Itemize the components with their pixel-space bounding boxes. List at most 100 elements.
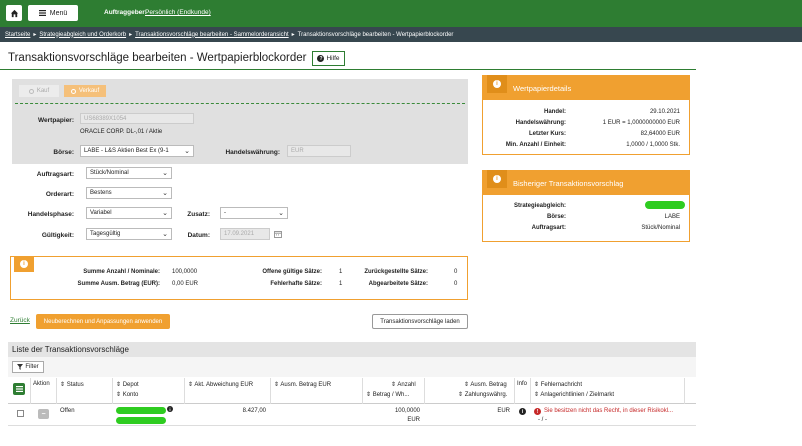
list-toolbar <box>8 357 696 377</box>
col-status-label: Status <box>66 382 84 388</box>
orderart-value: Bestens <box>90 190 112 196</box>
col-anlagerichtlinien[interactable]: ⇕ Anlagerichtlinien / Zielmarkt <box>534 391 614 398</box>
list-header: Liste der Transaktionsvorschläge <box>8 342 696 357</box>
tab-kauf[interactable]: Kauf <box>19 85 59 97</box>
offene-label: Offene gültige Sätze: <box>262 269 322 275</box>
wpd-kurs-value: 82,64000 EUR <box>640 131 680 137</box>
col-anzahl[interactable]: ⇕ Anzahl <box>391 381 416 388</box>
home-icon <box>10 9 18 17</box>
help-button[interactable]: ? Hilfe <box>312 51 345 66</box>
menu-button[interactable]: Menü <box>28 5 78 21</box>
bisheriger-boerse-label: Börse: <box>546 214 566 220</box>
row-depot-masked <box>116 407 166 414</box>
filter-icon <box>17 364 24 370</box>
col-depot-label: Depot <box>122 382 139 388</box>
col-ausm-betrag[interactable]: ⇕ Ausm. Betrag EUR <box>274 381 331 388</box>
chevron-down-icon: ⌄ <box>162 190 168 197</box>
gueltigkeit-label: Gültigkeit: <box>41 232 74 239</box>
breadcrumb-strategieabgleich[interactable]: Strategieabgleich und Orderkorb <box>39 32 126 38</box>
bisheriger-header: Bisheriger Transaktionsvorschlag <box>483 171 689 195</box>
radio-icon <box>70 88 76 94</box>
col-zahlungswaehrung-label: Zahlungswährg. <box>464 392 508 398</box>
col-info: Info <box>517 381 528 387</box>
chevron-down-icon: ⌄ <box>162 210 168 217</box>
neuberechnen-button[interactable]: Neuberechnen und Anpassungen anwenden <box>36 314 170 329</box>
chevron-right-icon: ▸ <box>291 32 295 38</box>
auftraggeber-label: Auftraggeber: <box>104 9 147 16</box>
col-status[interactable]: ⇕ Status <box>60 381 84 388</box>
filter-label: Filter <box>25 364 39 370</box>
col-fehlernachricht-label: Fehlernachricht <box>540 382 583 388</box>
row-checkbox[interactable] <box>17 410 24 417</box>
breadcrumb: Startseite ▸ Strategieabgleich und Order… <box>0 27 802 42</box>
row-fehlernachricht: Sie besitzen nicht das Recht, in dieser … <box>544 408 674 414</box>
filter-button[interactable]: Filter <box>12 361 44 373</box>
fehlerhafte-value: 1 <box>339 281 343 287</box>
auftraggeber-link[interactable]: Persönlich (Endkunde) <box>145 9 211 16</box>
info-icon[interactable]: i <box>167 406 173 412</box>
wertpapierdetails-info-tab: i <box>487 75 507 93</box>
zusatz-label: Zusatz: <box>187 211 210 218</box>
wertpapier-field: US68389X1054 <box>80 113 194 124</box>
gueltigkeit-value: Tagesgültig <box>90 231 121 237</box>
datum-label: Datum: <box>187 232 210 239</box>
home-button[interactable] <box>6 5 22 21</box>
handelswaehrung-field: EUR <box>287 145 351 157</box>
col-ausm-betrag2[interactable]: ⇕ Ausm. Betrag <box>464 381 507 388</box>
abgearbeitet-value: 0 <box>454 281 458 287</box>
col-anlagerichtlinien-label: Anlagerichtlinien / Zielmarkt <box>540 392 615 398</box>
wertpapier-label: Wertpapier: <box>38 117 74 124</box>
column-menu-button[interactable] <box>13 383 25 395</box>
zurueck-saetze-label: Zurückgestellte Sätze: <box>364 269 428 275</box>
info-icon: i <box>20 260 28 268</box>
boerse-select[interactable]: LABE - L&S Aktien Best Ex (9-1 ⌄ <box>80 145 194 157</box>
breadcrumb-startseite[interactable]: Startseite <box>5 32 30 38</box>
col-ausm-betrag-label: Ausm. Betrag EUR <box>280 382 332 388</box>
wertpapierdetails-header: Wertpapierdetails <box>483 76 689 100</box>
abgearbeitet-label: Abgearbeitete Sätze: <box>368 281 428 287</box>
row-anzahl: 100,0000 <box>394 408 420 414</box>
row-zielmarkt: - / - <box>538 417 547 423</box>
fehlerhafte-label: Fehlerhafte Sätze: <box>270 281 322 287</box>
table-header: Aktion ⇕ Status ⇕ Depot ⇕ Konto ⇕ Akt. A… <box>8 378 696 404</box>
orderart-select[interactable]: Bestens ⌄ <box>86 187 172 199</box>
table-row: − Offen i 8.427,00 100,0000 EUR EUR i ! … <box>8 404 696 426</box>
info-icon[interactable]: i <box>519 408 526 415</box>
col-fehlernachricht[interactable]: ⇕ Fehlernachricht <box>534 381 582 388</box>
chevron-down-icon: ⌄ <box>162 231 168 238</box>
gueltigkeit-select[interactable]: Tagesgültig ⌄ <box>86 228 172 240</box>
bisheriger-auftragsart-value: Stück/Nominal <box>641 225 680 231</box>
laden-button[interactable]: Transaktionsvorschläge laden <box>372 314 468 329</box>
dashed-divider <box>15 103 465 104</box>
chevron-down-icon: ⌄ <box>162 170 168 177</box>
row-action-button[interactable]: − <box>38 409 49 419</box>
handelsphase-select[interactable]: Variabel ⌄ <box>86 207 172 219</box>
auftragsart-select[interactable]: Stück/Nominal ⌄ <box>86 167 172 179</box>
boerse-label: Börse: <box>53 149 74 156</box>
summary-info-tab: i <box>14 256 34 272</box>
hamburger-icon <box>38 10 46 16</box>
tab-verkauf[interactable]: Verkauf <box>64 85 106 97</box>
wpd-kurs-label: Letzter Kurs: <box>528 131 566 137</box>
col-betrag-wh[interactable]: ⇕ Betrag / Wh... <box>366 391 409 398</box>
list-title: Liste der Transaktionsvorschläge <box>12 345 129 354</box>
summe-anzahl-value: 100,0000 <box>172 269 198 275</box>
zusatz-select[interactable]: - ⌄ <box>220 207 288 219</box>
col-konto[interactable]: ⇕ Konto <box>116 391 138 398</box>
zurueck-link[interactable]: Zurück <box>10 317 30 324</box>
col-aktion: Aktion <box>33 381 50 387</box>
col-zahlungswaehrung[interactable]: ⇕ Zahlungswährg. <box>458 391 507 398</box>
col-abweichung-label: Akt. Abweichung EUR <box>194 382 254 388</box>
chevron-right-icon: ▸ <box>33 32 37 38</box>
summe-betrag-value: 0,00 EUR <box>172 281 199 287</box>
calendar-icon[interactable] <box>274 230 282 238</box>
row-konto-masked <box>116 417 166 424</box>
col-abweichung[interactable]: ⇕ Akt. Abweichung EUR <box>188 381 253 388</box>
wpd-handel-label: Handel: <box>543 109 566 115</box>
bisheriger-boerse-value: LABE <box>664 214 680 220</box>
wpd-min-label: Min. Anzahl / Einheit: <box>505 142 566 148</box>
orderart-label: Orderart: <box>45 191 74 198</box>
col-depot[interactable]: ⇕ Depot <box>116 381 139 388</box>
tab-kauf-label: Kauf <box>36 88 50 94</box>
breadcrumb-sammelorder[interactable]: Transaktionsvorschläge bearbeiten - Samm… <box>135 32 289 38</box>
